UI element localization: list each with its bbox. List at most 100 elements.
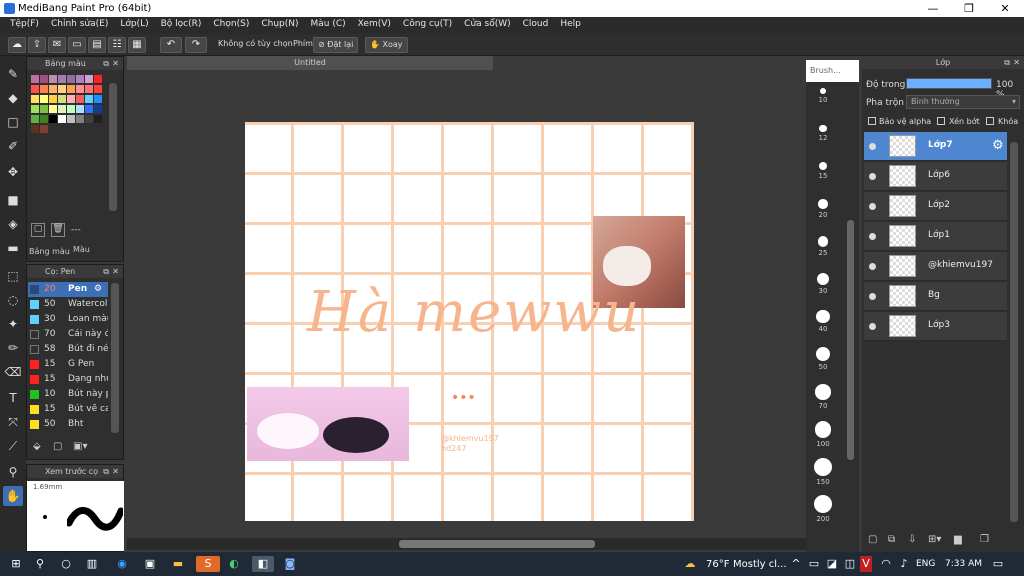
layer-row[interactable]: Lớp3 xyxy=(864,312,1007,341)
brush-size-item[interactable]: 50 xyxy=(808,347,838,371)
color-swatch[interactable] xyxy=(58,75,66,83)
minimize-button[interactable]: — xyxy=(916,0,950,17)
list-item[interactable]: 70 Cái này đ xyxy=(28,327,108,342)
scrollbar[interactable] xyxy=(847,220,854,460)
color-swatch[interactable] xyxy=(85,85,93,93)
new-page-icon[interactable]: ▢ xyxy=(31,223,45,237)
divide-tool-icon[interactable]: ⟋ xyxy=(3,436,23,456)
brush-size-item[interactable]: 100 xyxy=(808,421,838,448)
redo-icon[interactable]: ↷ xyxy=(185,37,207,53)
cortana-icon[interactable]: ○ xyxy=(58,556,74,572)
brush-page-icon[interactable]: ▢ xyxy=(53,441,62,452)
menu-tools[interactable]: Công cụ(T) xyxy=(397,17,458,34)
layer-row[interactable]: Lớp2 xyxy=(864,192,1007,221)
brush-size-item[interactable]: 15 xyxy=(808,162,838,180)
network-icon[interactable]: ◫ xyxy=(842,556,858,572)
select-eraser-icon[interactable]: ⌫ xyxy=(3,362,23,382)
color-swatch[interactable] xyxy=(58,105,66,113)
list-item[interactable]: 20 Pen ⚙ xyxy=(28,282,108,297)
color-swatch[interactable] xyxy=(40,125,48,133)
lock-checkbox[interactable] xyxy=(986,117,994,125)
menu-snap[interactable]: Chụp(N) xyxy=(255,17,304,34)
rect-tool-icon[interactable]: □ xyxy=(3,112,23,132)
popout-icon[interactable]: ⧉ xyxy=(1004,56,1010,69)
notification-icon[interactable]: ▭ xyxy=(990,556,1006,572)
color-swatch[interactable] xyxy=(40,115,48,123)
brush-size-item[interactable]: 10 xyxy=(808,88,838,104)
menu-file[interactable]: Tệp(F) xyxy=(4,17,45,34)
brush-size-item[interactable]: 25 xyxy=(808,236,838,257)
search-icon[interactable]: ⚲ xyxy=(32,556,48,572)
medibang-taskbar-icon[interactable]: ◧ xyxy=(252,556,274,572)
eraser-tool-icon[interactable]: ◆ xyxy=(3,88,23,108)
layer-row[interactable]: Bg xyxy=(864,282,1007,311)
list-item[interactable]: 30 Loan màu xyxy=(28,312,108,327)
new-layer-icon[interactable]: ▢ xyxy=(868,534,877,545)
maximize-button[interactable]: ❐ xyxy=(952,0,986,17)
opacity-slider[interactable] xyxy=(906,78,992,89)
menu-filter[interactable]: Bộ lọc(R) xyxy=(155,17,208,34)
list-item[interactable]: 15 Bút vẽ ca xyxy=(28,402,108,417)
popout-icon[interactable]: ⧉ xyxy=(103,57,109,70)
brush-settings-icon[interactable]: ▣▾ xyxy=(73,441,87,452)
close-icon[interactable]: ✕ xyxy=(112,265,119,278)
menu-edit[interactable]: Chỉnh sửa(E) xyxy=(45,17,114,34)
color-swatch[interactable] xyxy=(94,85,102,93)
visibility-icon[interactable] xyxy=(869,143,876,150)
operation-tool-icon[interactable]: ⤧ xyxy=(3,412,23,432)
color-swatch[interactable] xyxy=(85,115,93,123)
gear-icon[interactable]: ⚙ xyxy=(992,138,1004,153)
brush-size-item[interactable]: 12 xyxy=(808,125,838,142)
wifi-icon[interactable]: ◠ xyxy=(878,556,894,572)
color-swatch[interactable] xyxy=(31,125,39,133)
color-swatch[interactable] xyxy=(85,105,93,113)
color-swatch[interactable] xyxy=(31,75,39,83)
reset-button[interactable]: ⊘ Đặt lại xyxy=(313,37,359,53)
color-swatch[interactable] xyxy=(85,95,93,103)
color-swatch[interactable] xyxy=(67,75,75,83)
rotate-button[interactable]: ✋ Xoay xyxy=(365,37,408,53)
brush-size-item[interactable]: 30 xyxy=(808,273,838,295)
list-item[interactable]: 58 Bút đi né xyxy=(28,342,108,357)
document-tab[interactable]: Untitled xyxy=(127,56,493,70)
close-button[interactable]: ✕ xyxy=(988,0,1022,17)
color-swatch[interactable] xyxy=(40,75,48,83)
clock[interactable]: 7:33 AM xyxy=(945,559,982,569)
color-swatch[interactable] xyxy=(58,95,66,103)
add-brush-icon[interactable]: ⬙ xyxy=(33,441,41,452)
popout-icon[interactable]: ⧉ xyxy=(103,265,109,278)
color-swatch[interactable] xyxy=(31,105,39,113)
color-swatch[interactable] xyxy=(67,85,75,93)
tray-v-icon[interactable]: V xyxy=(860,556,872,572)
magic-wand-icon[interactable]: ✦ xyxy=(3,314,23,334)
share-icon[interactable]: ⇪ xyxy=(28,37,46,53)
gear-icon[interactable]: ⚙ xyxy=(94,282,102,297)
gradient-tool-icon[interactable]: ▬ xyxy=(3,238,23,258)
tray-app-icon[interactable]: ▭ xyxy=(806,556,822,572)
add-layer-menu-icon[interactable]: ⊞▾ xyxy=(928,534,941,545)
color-swatch[interactable] xyxy=(94,115,102,123)
layer-row[interactable]: Lớp7 ⚙ xyxy=(864,132,1007,161)
scrollbar[interactable] xyxy=(111,283,119,433)
menu-layer[interactable]: Lớp(L) xyxy=(114,17,154,34)
menu-view[interactable]: Xem(V) xyxy=(352,17,397,34)
brush-tool-icon[interactable]: ✎ xyxy=(3,64,23,84)
brush-size-item[interactable]: 40 xyxy=(808,310,838,333)
color-swatch[interactable] xyxy=(67,115,75,123)
horizontal-scrollbar[interactable] xyxy=(399,540,595,548)
popout-icon[interactable]: ⧉ xyxy=(103,465,109,478)
layer-row[interactable]: Lớp1 xyxy=(864,222,1007,251)
color-swatch[interactable] xyxy=(49,95,57,103)
blend-mode-select[interactable]: Bình thường ▾ xyxy=(906,95,1020,109)
color-swatch[interactable] xyxy=(58,115,66,123)
trash-icon[interactable]: 🗑 xyxy=(51,223,65,237)
list-item[interactable]: 50 Bht xyxy=(28,417,108,432)
color-swatch[interactable] xyxy=(40,105,48,113)
layer-row[interactable]: Lớp6 xyxy=(864,162,1007,191)
browser-icon[interactable]: ◐ xyxy=(226,556,242,572)
menu-select[interactable]: Chọn(S) xyxy=(207,17,255,34)
list-item[interactable]: 15 G Pen xyxy=(28,357,108,372)
color-swatch[interactable] xyxy=(76,105,84,113)
color-swatch[interactable] xyxy=(49,105,57,113)
color-swatch[interactable] xyxy=(76,115,84,123)
